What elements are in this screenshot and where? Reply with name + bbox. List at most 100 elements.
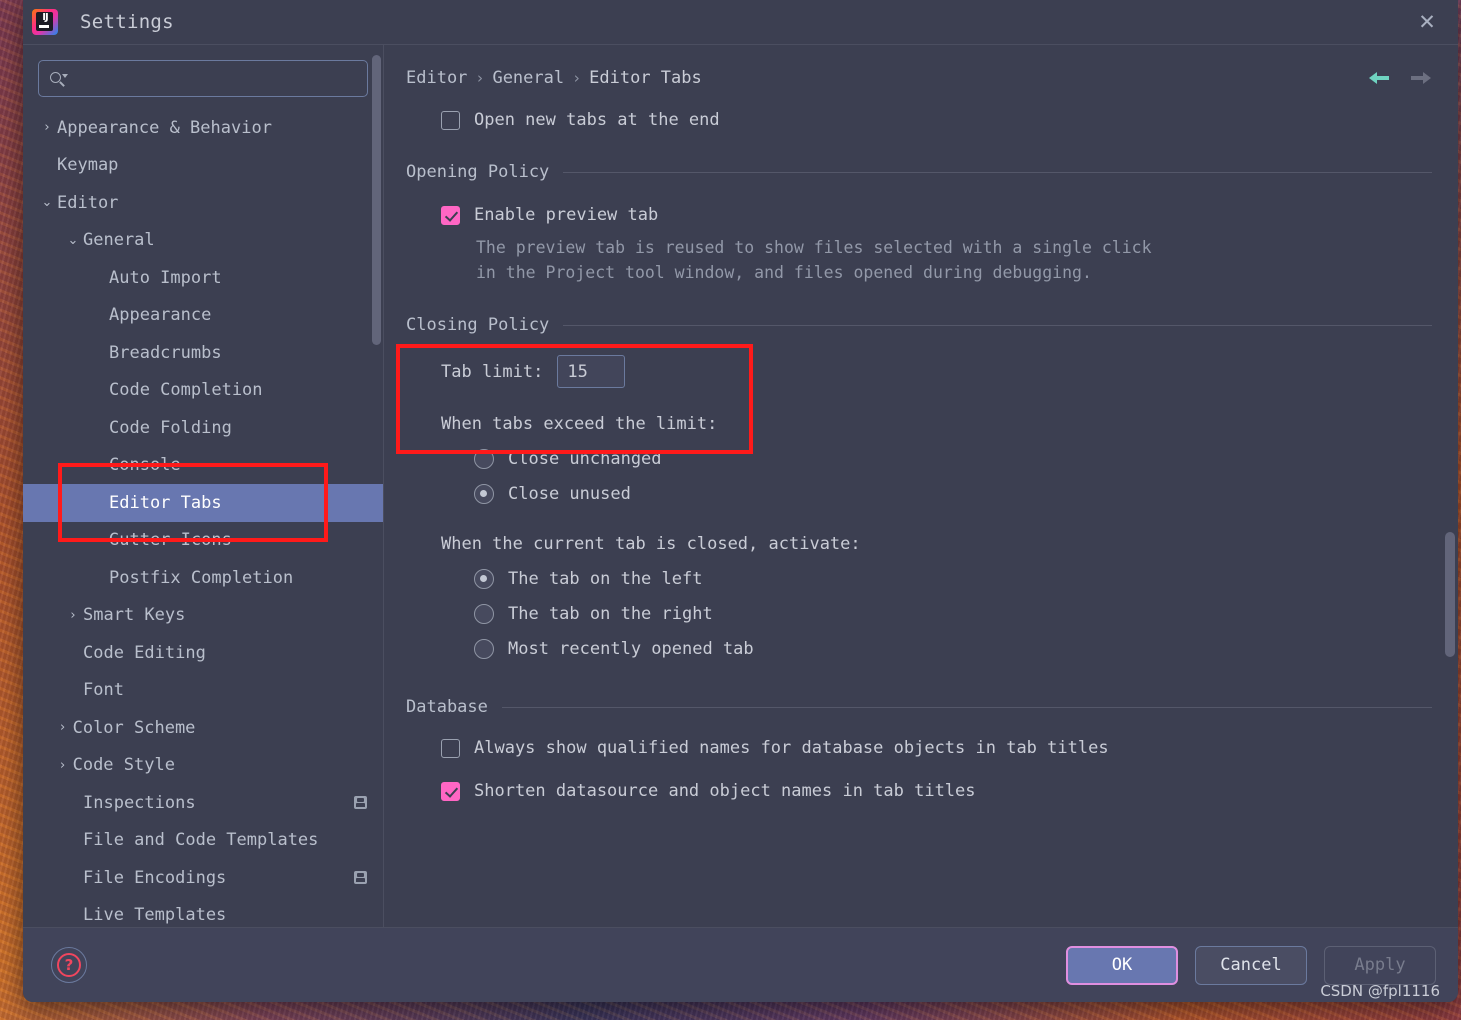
sidebar-item-auto-import[interactable]: Auto Import bbox=[23, 259, 383, 297]
close-icon[interactable]: ✕ bbox=[1396, 0, 1458, 44]
arrow-right-icon[interactable] bbox=[1410, 67, 1432, 89]
sidebar-item-color-scheme[interactable]: › Color Scheme bbox=[23, 709, 383, 747]
radio-button[interactable] bbox=[474, 639, 494, 659]
settings-sidebar: › Appearance & Behavior Keymap ⌄ Editor ⌄ Gene… bbox=[23, 45, 384, 927]
exceed-limit-option-0[interactable]: Close unchanged bbox=[474, 449, 1432, 469]
sidebar-item-label: File and Code Templates bbox=[83, 830, 319, 851]
breadcrumb: Editor › General › Editor Tabs bbox=[406, 68, 702, 88]
sidebar-item-code-style[interactable]: › Code Style bbox=[23, 747, 383, 785]
database-header: Database bbox=[406, 697, 1432, 717]
sidebar-item-appearance-behavior[interactable]: › Appearance & Behavior bbox=[23, 109, 383, 147]
chevron-down-icon[interactable]: ⌄ bbox=[63, 233, 83, 248]
radio-button[interactable] bbox=[474, 484, 494, 504]
sidebar-item-label: Editor Tabs bbox=[109, 492, 222, 513]
sidebar-item-postfix-completion[interactable]: Postfix Completion bbox=[23, 559, 383, 597]
activate-option-2[interactable]: Most recently opened tab bbox=[474, 639, 1432, 659]
radio-button[interactable] bbox=[474, 569, 494, 589]
sidebar-item-inspections[interactable]: Inspections bbox=[23, 784, 383, 822]
closing-policy-title: Closing Policy bbox=[406, 315, 550, 335]
sidebar-item-label: Code Completion bbox=[109, 380, 263, 401]
sidebar-item-label: Code Folding bbox=[109, 417, 232, 438]
sidebar-item-editor-tabs[interactable]: Editor Tabs bbox=[23, 484, 383, 522]
help-question-icon[interactable]: ? bbox=[51, 947, 87, 983]
breadcrumb-item-editor-tabs[interactable]: Editor Tabs bbox=[589, 68, 702, 88]
sidebar-item-smart-keys[interactable]: › Smart Keys bbox=[23, 597, 383, 635]
breadcrumb-separator: › bbox=[572, 69, 582, 87]
opening-policy-section: Opening Policy Enable preview tab The pr… bbox=[406, 162, 1432, 285]
open-new-tabs-label: Open new tabs at the end bbox=[474, 110, 720, 130]
database-checkbox-row-1[interactable]: Shorten datasource and object names in t… bbox=[441, 780, 1432, 803]
intellij-idea-icon: IJ bbox=[32, 9, 58, 35]
main-content: Open new tabs at the end Opening Policy … bbox=[384, 109, 1458, 803]
closing-policy-section: Closing Policy Tab limit: When tabs exce… bbox=[406, 315, 1432, 659]
sidebar-item-label: Code Style bbox=[72, 755, 175, 776]
opening-policy-title: Opening Policy bbox=[406, 162, 550, 182]
chevron-down-icon[interactable]: ⌄ bbox=[37, 195, 57, 210]
radio-label: Close unchanged bbox=[508, 449, 662, 469]
breadcrumb-separator: › bbox=[475, 69, 485, 87]
page-title: Settings bbox=[80, 11, 174, 33]
sidebar-item-label: Gutter Icons bbox=[109, 530, 232, 551]
sidebar-scrollbar[interactable] bbox=[372, 55, 381, 345]
sidebar-item-editor[interactable]: ⌄ Editor bbox=[23, 184, 383, 222]
radio-label: Most recently opened tab bbox=[508, 639, 754, 659]
sidebar-item-label: Editor bbox=[57, 192, 119, 213]
sidebar-item-live-templates[interactable]: Live Templates bbox=[23, 897, 383, 928]
sidebar-item-console[interactable]: Console bbox=[23, 447, 383, 485]
open-new-tabs-checkbox[interactable] bbox=[441, 111, 460, 130]
cancel-button[interactable]: Cancel bbox=[1195, 945, 1307, 985]
exceed-limit-option-1[interactable]: Close unused bbox=[474, 484, 1432, 504]
settings-dialog: IJ Settings ✕ › Appearance & Behavior Keym… bbox=[23, 0, 1458, 1002]
sidebar-item-font[interactable]: Font bbox=[23, 672, 383, 710]
chevron-right-icon[interactable]: › bbox=[53, 720, 73, 735]
dialog-footer: ? OK Cancel Apply CSDN @fpl1116 bbox=[23, 927, 1458, 1002]
app-icon-bar bbox=[39, 25, 49, 28]
tab-limit-input[interactable] bbox=[557, 355, 626, 388]
database-checkbox[interactable] bbox=[441, 782, 460, 801]
chevron-right-icon[interactable]: › bbox=[63, 608, 83, 623]
chevron-right-icon[interactable]: › bbox=[53, 758, 73, 773]
radio-label: The tab on the left bbox=[508, 569, 703, 589]
sidebar-item-label: Auto Import bbox=[109, 267, 222, 288]
sidebar-item-general[interactable]: ⌄ General bbox=[23, 222, 383, 260]
sidebar-item-label: Live Templates bbox=[83, 905, 227, 926]
sidebar-item-appearance[interactable]: Appearance bbox=[23, 297, 383, 335]
search-box[interactable] bbox=[38, 60, 368, 97]
arrow-left-icon[interactable] bbox=[1368, 67, 1390, 89]
sidebar-item-file-encodings[interactable]: File Encodings bbox=[23, 859, 383, 897]
sidebar-item-file-and-code-templates[interactable]: File and Code Templates bbox=[23, 822, 383, 860]
sidebar-item-code-editing[interactable]: Code Editing bbox=[23, 634, 383, 672]
activate-option-0[interactable]: The tab on the left bbox=[474, 569, 1432, 589]
breadcrumb-item-editor[interactable]: Editor bbox=[406, 68, 467, 88]
sidebar-item-gutter-icons[interactable]: Gutter Icons bbox=[23, 522, 383, 560]
sidebar-item-label: Breadcrumbs bbox=[109, 342, 222, 363]
sidebar-item-label: Color Scheme bbox=[72, 717, 196, 738]
opening-policy-header: Opening Policy bbox=[406, 162, 1432, 182]
section-divider bbox=[563, 171, 1432, 173]
sidebar-item-code-folding[interactable]: Code Folding bbox=[23, 409, 383, 447]
main-scrollbar[interactable] bbox=[1445, 532, 1455, 657]
radio-label: Close unused bbox=[508, 484, 631, 504]
radio-button[interactable] bbox=[474, 604, 494, 624]
sidebar-item-label: Appearance bbox=[109, 305, 212, 326]
database-checkbox-row-0[interactable]: Always show qualified names for database… bbox=[441, 737, 1432, 760]
database-checkbox[interactable] bbox=[441, 739, 460, 758]
ok-button[interactable]: OK bbox=[1066, 945, 1178, 985]
database-checkbox-label: Always show qualified names for database… bbox=[474, 738, 1109, 758]
sidebar-item-keymap[interactable]: Keymap bbox=[23, 147, 383, 185]
sidebar-item-code-completion[interactable]: Code Completion bbox=[23, 372, 383, 410]
config-badge-icon bbox=[354, 871, 367, 885]
sidebar-item-label: Inspections bbox=[83, 792, 196, 813]
sidebar-item-breadcrumbs[interactable]: Breadcrumbs bbox=[23, 334, 383, 372]
enable-preview-tab-checkbox[interactable] bbox=[441, 206, 460, 225]
search-input[interactable] bbox=[73, 69, 357, 88]
radio-label: The tab on the right bbox=[508, 604, 713, 624]
breadcrumb-item-general[interactable]: General bbox=[492, 68, 564, 88]
enable-preview-tab-checkbox-row[interactable]: Enable preview tab bbox=[441, 204, 1432, 227]
activate-option-1[interactable]: The tab on the right bbox=[474, 604, 1432, 624]
open-new-tabs-checkbox-row[interactable]: Open new tabs at the end bbox=[441, 109, 1432, 132]
chevron-right-icon[interactable]: › bbox=[37, 120, 57, 135]
search-container bbox=[23, 45, 383, 105]
settings-main-panel: Editor › General › Editor Tabs Open new tabs… bbox=[384, 45, 1458, 927]
radio-button[interactable] bbox=[474, 449, 494, 469]
